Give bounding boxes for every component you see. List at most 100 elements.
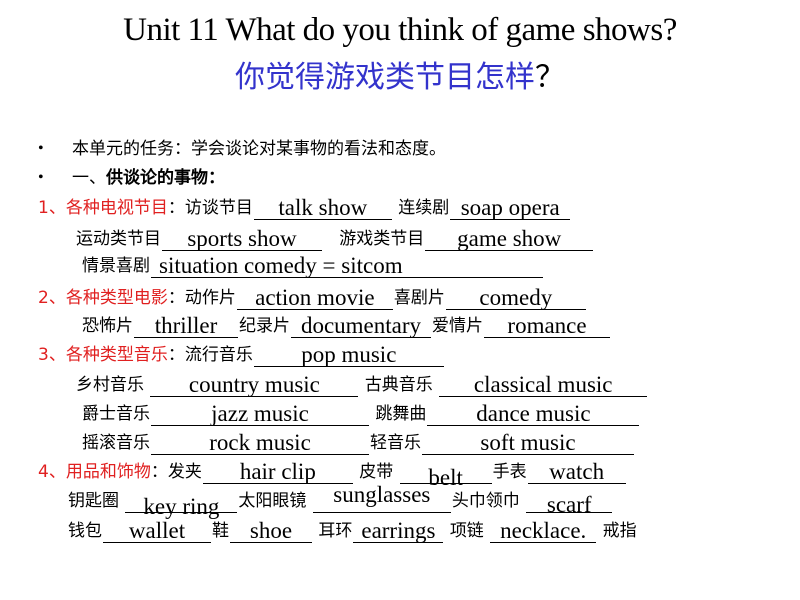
answer-blank: dance music bbox=[427, 401, 640, 426]
answer-blank: shoe bbox=[230, 518, 312, 543]
item-label: 爵士音乐 bbox=[82, 404, 150, 424]
slide-title-english: Unit 11 What do you think of game shows? bbox=[123, 12, 677, 48]
answer-blank: jazz music bbox=[151, 401, 369, 426]
item-label: 头巾领巾 bbox=[451, 491, 520, 511]
answer-text: country music bbox=[188, 372, 320, 397]
answer-blank: classical music bbox=[439, 373, 648, 397]
item-label: 戒指 bbox=[602, 521, 637, 541]
section-heading-tv: 1、各种电视节目 bbox=[38, 198, 168, 218]
answer-text: sports show bbox=[187, 226, 297, 251]
section-accessories-line-1: 4、用品和饰物：发夹 hair clip 皮带 belt 手表 watch bbox=[38, 459, 627, 489]
answer-text: key ring bbox=[143, 494, 220, 519]
answer-text: soap opera bbox=[460, 195, 560, 220]
answer-blank: watch bbox=[527, 460, 626, 484]
answer-blank: comedy bbox=[445, 285, 586, 310]
item-label: 古典音乐 bbox=[364, 375, 433, 395]
answer-text: soft music bbox=[480, 430, 576, 455]
section-music-line-1: 3、各种类型音乐：流行音乐 pop music bbox=[38, 343, 445, 367]
answer-blank: key ring bbox=[125, 490, 238, 518]
item-label: 动作片 bbox=[184, 288, 236, 308]
bullet-icon: • bbox=[38, 169, 44, 186]
item-label: 游戏类节目 bbox=[339, 229, 425, 249]
answer-blank: romance bbox=[484, 313, 610, 338]
section-accessories-line-2: 钥匙圈 key ring 太阳眼镜 sunglasses 头巾领巾 scarf bbox=[68, 483, 613, 518]
colon: ： bbox=[167, 288, 185, 308]
item-label: 鞋 bbox=[212, 521, 229, 541]
answer-blank: pop music bbox=[253, 342, 444, 367]
answer-text: game show bbox=[457, 226, 562, 251]
item-label: 跳舞曲 bbox=[375, 404, 427, 424]
item-label: 轻音乐 bbox=[370, 433, 421, 453]
item-label: 发夹 bbox=[167, 462, 202, 482]
answer-blank: wallet bbox=[103, 518, 211, 543]
answer-text: talk show bbox=[278, 195, 368, 220]
item-label: 乡村音乐 bbox=[76, 375, 144, 395]
answer-blank: rock music bbox=[151, 430, 369, 455]
answer-blank: game show bbox=[425, 226, 594, 251]
section-heading-music: 3、各种类型音乐 bbox=[38, 345, 168, 365]
section-movies-line-1: 2、各种类型电影：动作片 action movie 喜剧片 comedy bbox=[38, 286, 587, 310]
answer-blank: scarf bbox=[526, 490, 613, 517]
answer-blank: earrings bbox=[353, 519, 444, 543]
topics-text: 供谈论的事物： bbox=[106, 168, 225, 188]
item-label: 钱包 bbox=[68, 521, 102, 541]
answer-blank: thriller bbox=[134, 313, 238, 338]
section-heading-movies: 2、各种类型电影 bbox=[38, 288, 168, 308]
answer-blank: sports show bbox=[162, 226, 322, 251]
answer-text: comedy bbox=[479, 285, 553, 310]
answer-text: hair clip bbox=[239, 459, 316, 484]
item-label: 喜剧片 bbox=[393, 288, 445, 308]
answer-blank: sunglasses bbox=[312, 483, 451, 513]
section-heading-accessories: 4、用品和饰物 bbox=[38, 462, 151, 482]
task-bullet: 本单元的任务：学会谈论对某事物的看法和态度。 bbox=[72, 139, 446, 159]
answer-blank: soap opera bbox=[450, 195, 571, 220]
answer-text: action movie bbox=[255, 285, 375, 310]
item-label: 访谈节目 bbox=[184, 198, 253, 218]
answer-blank: soft music bbox=[422, 430, 634, 455]
answer-blank: hair clip bbox=[202, 459, 353, 484]
item-label: 手表 bbox=[492, 462, 527, 482]
section-accessories-line-3: 钱包 wallet 鞋 shoe 耳环 earrings 项链 necklace. 戒指 bbox=[68, 519, 637, 543]
section-movies-line-2: 恐怖片 thriller 纪录片 documentary 爱情片 romance bbox=[82, 314, 611, 338]
bullet-icon: • bbox=[38, 140, 44, 157]
item-label: 连续剧 bbox=[398, 198, 450, 218]
answer-blank: country music bbox=[150, 372, 359, 397]
answer-text: sunglasses bbox=[333, 482, 431, 507]
item-label: 皮带 bbox=[359, 462, 394, 482]
topics-bullet: 一、供谈论的事物： bbox=[72, 166, 225, 190]
answer-text: jazz music bbox=[211, 401, 309, 426]
section-music-line-3: 爵士音乐 jazz music 跳舞曲 dance music bbox=[82, 402, 640, 426]
title-chinese-text: 你觉得游戏类节目怎样 bbox=[235, 60, 535, 95]
topics-prefix: 一、 bbox=[72, 168, 106, 188]
answer-text: shoe bbox=[249, 518, 293, 543]
answer-text: romance bbox=[507, 313, 587, 338]
colon: ： bbox=[150, 462, 168, 482]
answer-text: scarf bbox=[546, 492, 592, 517]
colon: ： bbox=[167, 198, 185, 218]
item-label: 太阳眼镜 bbox=[238, 491, 307, 511]
answer-text: dance music bbox=[476, 401, 591, 426]
item-label: 运动类节目 bbox=[76, 229, 161, 249]
item-label: 情景喜剧 bbox=[82, 256, 150, 276]
answer-text: pop music bbox=[301, 342, 397, 367]
item-label: 耳环 bbox=[318, 521, 353, 541]
answer-text: situation comedy = sitcom bbox=[159, 253, 403, 278]
answer-text: thriller bbox=[154, 313, 218, 338]
item-label: 摇滚音乐 bbox=[82, 433, 150, 453]
answer-blank: documentary bbox=[291, 313, 431, 338]
answer-text: documentary bbox=[300, 313, 422, 338]
title-question-mark: ？ bbox=[535, 60, 565, 95]
item-label: 流行音乐 bbox=[184, 345, 253, 365]
item-label: 项链 bbox=[449, 521, 484, 541]
answer-text: rock music bbox=[209, 430, 311, 455]
item-label: 恐怖片 bbox=[82, 316, 133, 336]
section-music-line-4: 摇滚音乐 rock music 轻音乐 soft music bbox=[82, 431, 635, 455]
answer-text: wallet bbox=[128, 518, 186, 543]
answer-blank: action movie bbox=[236, 285, 393, 310]
section-tv-line-1: 1、各种电视节目：访谈节目 talk show 连续剧 soap opera bbox=[38, 196, 571, 220]
section-tv-line-2: 运动类节目 sports show 游戏类节目 game show bbox=[76, 227, 594, 251]
section-tv-line-3: 情景喜剧 situation comedy = sitcom bbox=[82, 254, 544, 278]
item-label: 爱情片 bbox=[432, 316, 483, 336]
answer-blank: talk show bbox=[253, 195, 392, 220]
slide-title-chinese: 你觉得游戏类节目怎样？ bbox=[0, 52, 800, 96]
